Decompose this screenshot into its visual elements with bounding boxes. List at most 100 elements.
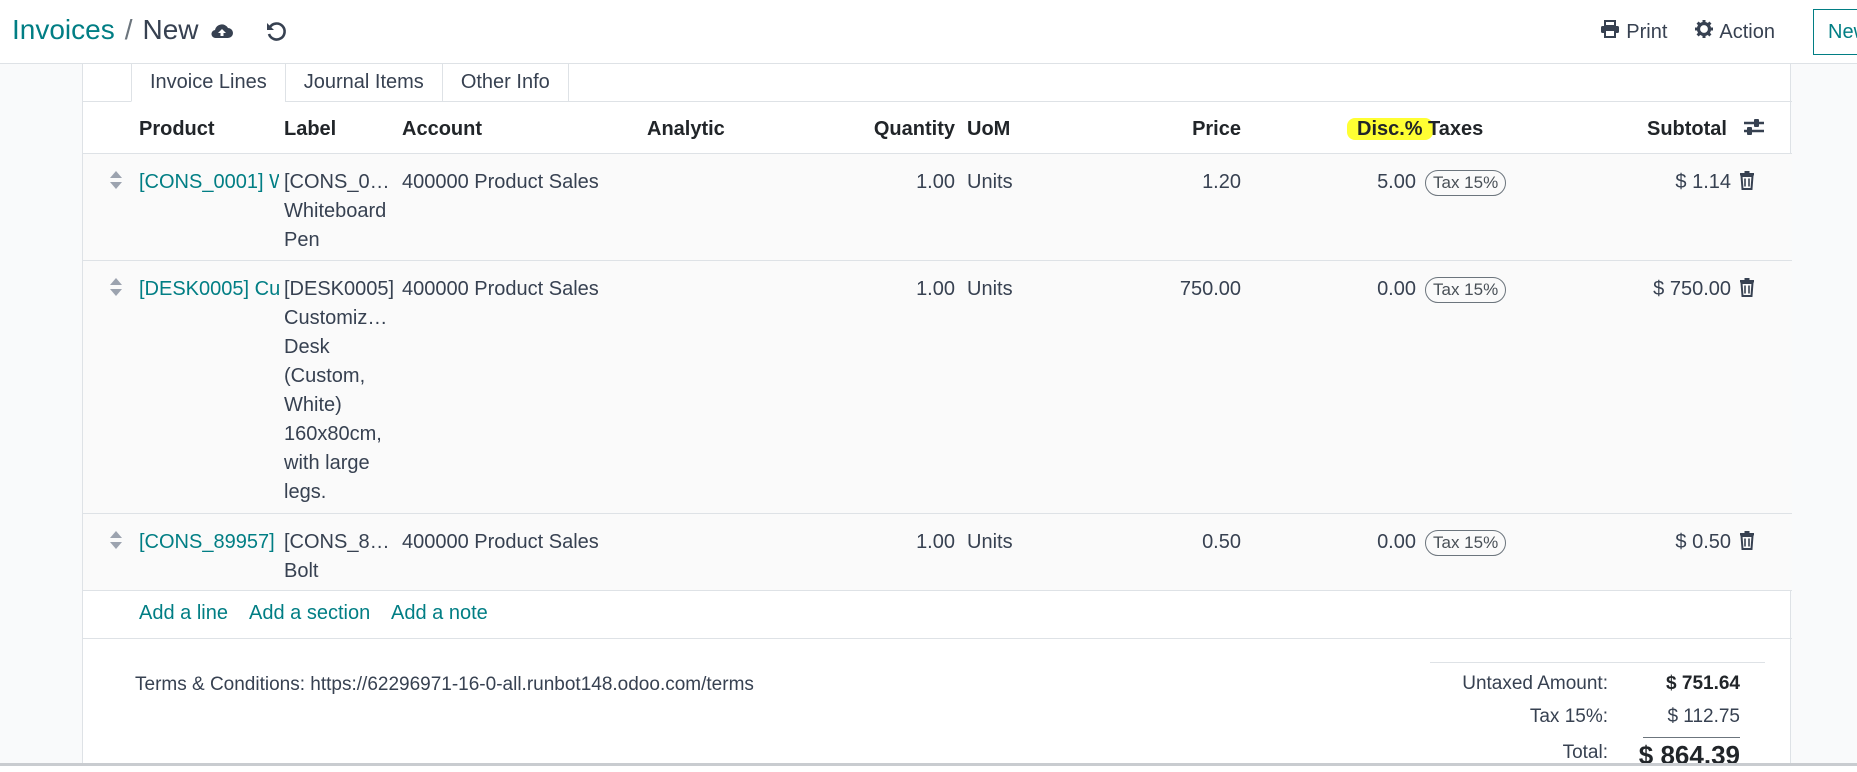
table-row[interactable]: [DESK0005] Customizable Desk [DESK0005] …: [83, 261, 1792, 514]
tab-invoice-lines[interactable]: Invoice Lines: [131, 64, 286, 102]
table-row[interactable]: [CONS_0001] Whiteboard Pen [CONS_0001] W…: [83, 154, 1792, 261]
line-subtotal: $ 0.50: [1675, 531, 1731, 553]
add-note-link[interactable]: Add a note: [391, 602, 488, 625]
label-line: Customizable: [284, 307, 396, 329]
label-line: Bolt: [284, 560, 319, 582]
untaxed-row: Untaxed Amount: $ 751.64: [1430, 673, 1765, 705]
line-uom[interactable]: Units: [967, 528, 1013, 557]
line-product[interactable]: [CONS_0001] Whiteboard Pen: [139, 168, 279, 197]
tax-value: $ 112.75: [1667, 706, 1740, 727]
label-line: [CONS_0001]: [284, 171, 396, 193]
optional-columns-icon[interactable]: [1743, 117, 1765, 146]
tax-label: Tax 15%:: [1529, 706, 1608, 727]
drag-handle-icon[interactable]: [109, 530, 123, 559]
col-account[interactable]: Account: [402, 115, 642, 144]
untaxed-value: $ 751.64: [1666, 673, 1740, 694]
total-label: Total:: [1562, 742, 1608, 763]
tax-badge: Tax 15%: [1425, 530, 1507, 556]
breadcrumb-current: New: [142, 14, 199, 45]
breadcrumb: Invoices / New: [12, 14, 199, 46]
col-taxes[interactable]: Taxes: [1428, 115, 1483, 144]
label-line: [CONS_89957]: [284, 531, 396, 553]
label-line: legs.: [284, 481, 327, 503]
line-account[interactable]: 400000 Product Sales: [402, 275, 642, 304]
action-button[interactable]: Action: [1695, 20, 1775, 44]
line-discount[interactable]: 0.00: [1323, 528, 1416, 557]
breadcrumb-separator: /: [124, 14, 133, 45]
label-line: (Custom,: [284, 365, 366, 387]
line-discount[interactable]: 5.00: [1323, 168, 1416, 197]
cloud-upload-icon[interactable]: [209, 18, 235, 44]
new-button[interactable]: New: [1813, 9, 1857, 55]
total-value: $ 864.39: [1638, 740, 1740, 770]
line-quantity[interactable]: 1.00: [853, 168, 955, 197]
line-uom[interactable]: Units: [967, 275, 1013, 304]
table-header: Product Label Account Analytic Quantity …: [83, 102, 1792, 154]
trash-icon[interactable]: [1739, 170, 1755, 199]
gear-icon: [1695, 20, 1719, 44]
line-quantity[interactable]: 1.00: [853, 275, 955, 304]
disc-highlight: Disc.%: [1347, 118, 1433, 140]
col-product[interactable]: Product: [139, 115, 279, 144]
line-label[interactable]: [DESK0005] Customizable Desk (Custom, Wh…: [284, 275, 396, 507]
tab-journal-items[interactable]: Journal Items: [284, 64, 443, 102]
line-account[interactable]: 400000 Product Sales: [402, 168, 642, 197]
line-label[interactable]: [CONS_89957] Bolt: [284, 528, 396, 586]
print-button[interactable]: Print: [1600, 20, 1667, 44]
notebook-tabs: Invoice Lines Journal Items Other Info: [131, 64, 569, 102]
label-line: 160x80cm,: [284, 423, 382, 445]
line-label[interactable]: [CONS_0001] Whiteboard Pen: [284, 168, 396, 255]
tax-row: Tax 15%: $ 112.75: [1430, 706, 1765, 738]
breadcrumb-invoices-link[interactable]: Invoices: [12, 14, 115, 46]
label-line: [DESK0005]: [284, 278, 395, 300]
terms-and-conditions[interactable]: Terms & Conditions: https://62296971-16-…: [135, 674, 754, 696]
print-label: Print: [1626, 20, 1668, 43]
totals-separator: [1643, 737, 1740, 738]
line-product[interactable]: [CONS_89957] Bolt: [139, 528, 279, 557]
add-line-link[interactable]: Add a line: [139, 602, 228, 625]
top-actions: Print Action New: [1600, 0, 1857, 64]
col-quantity[interactable]: Quantity: [853, 115, 955, 144]
line-subtotal: $ 750.00: [1653, 278, 1731, 300]
drag-handle-icon[interactable]: [109, 277, 123, 306]
untaxed-label: Untaxed Amount:: [1462, 673, 1608, 694]
invoice-lines-table: Product Label Account Analytic Quantity …: [83, 102, 1792, 639]
col-disc[interactable]: Disc.%: [1347, 115, 1433, 144]
tax-badge: Tax 15%: [1425, 170, 1507, 196]
tax-badge: Tax 15%: [1425, 277, 1507, 303]
line-price[interactable]: 1.20: [1133, 168, 1241, 197]
tab-other-info[interactable]: Other Info: [441, 64, 569, 102]
line-taxes[interactable]: Tax 15%: [1425, 275, 1507, 304]
col-subtotal[interactable]: Subtotal: [1583, 115, 1727, 144]
action-label: Action: [1719, 20, 1775, 43]
totals-top-rule: [1430, 662, 1765, 663]
undo-icon[interactable]: [263, 18, 289, 44]
label-line: with large: [284, 452, 370, 474]
line-discount[interactable]: 0.00: [1323, 275, 1416, 304]
add-section-link[interactable]: Add a section: [249, 602, 370, 625]
print-icon: [1600, 20, 1626, 44]
label-line: White): [284, 394, 342, 416]
line-account[interactable]: 400000 Product Sales: [402, 528, 642, 557]
label-line: Pen: [284, 229, 320, 251]
label-line: Whiteboard: [284, 200, 387, 222]
line-taxes[interactable]: Tax 15%: [1425, 528, 1507, 557]
col-label[interactable]: Label: [284, 115, 396, 144]
line-quantity[interactable]: 1.00: [853, 528, 955, 557]
col-analytic[interactable]: Analytic: [647, 115, 725, 144]
line-subtotal: $ 1.14: [1675, 171, 1731, 193]
line-price[interactable]: 0.50: [1133, 528, 1241, 557]
table-row[interactable]: [CONS_89957] Bolt [CONS_89957] Bolt 4000…: [83, 514, 1792, 591]
line-product[interactable]: [DESK0005] Customizable Desk: [139, 275, 279, 304]
col-uom[interactable]: UoM: [967, 115, 1010, 144]
col-price[interactable]: Price: [1133, 115, 1241, 144]
total-row: Total: $ 864.39: [1430, 740, 1765, 772]
line-uom[interactable]: Units: [967, 168, 1013, 197]
label-line: Desk: [284, 336, 330, 358]
trash-icon[interactable]: [1739, 277, 1755, 306]
trash-icon[interactable]: [1739, 530, 1755, 559]
add-line-row: Add a line Add a section Add a note: [83, 591, 1792, 639]
drag-handle-icon[interactable]: [109, 170, 123, 199]
line-price[interactable]: 750.00: [1133, 275, 1241, 304]
line-taxes[interactable]: Tax 15%: [1425, 168, 1507, 197]
